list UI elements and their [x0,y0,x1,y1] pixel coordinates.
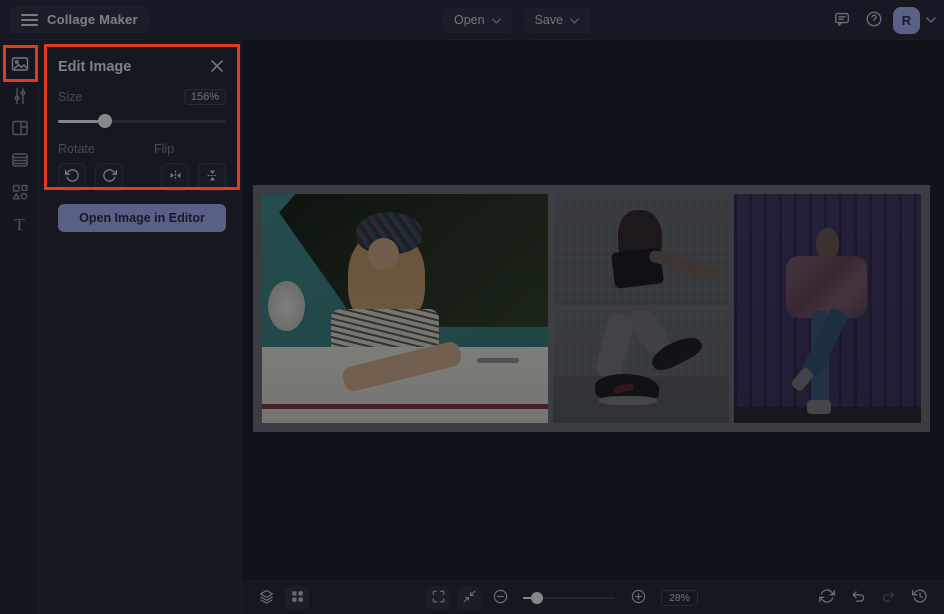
bottom-toolbar: 28% [242,580,944,614]
canvas-column: 28% [242,40,944,614]
redo-button[interactable] [877,586,901,610]
app-window: Collage Maker Open Save [0,0,944,614]
redo-icon [881,588,897,607]
main-area: T Edit Image Size 156% [0,40,944,614]
